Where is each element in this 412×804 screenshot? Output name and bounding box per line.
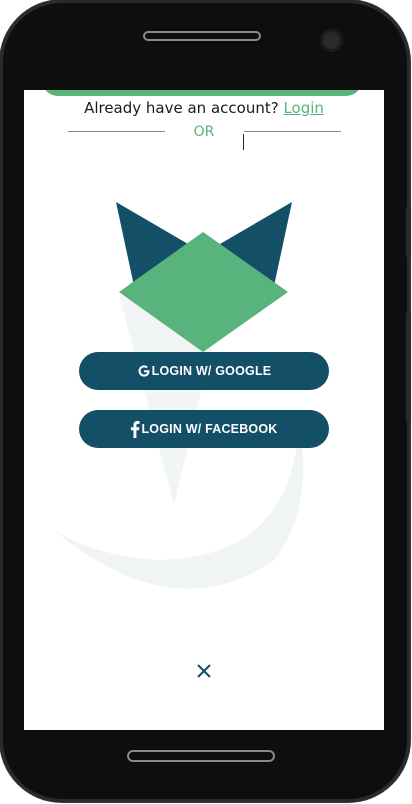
login-facebook-label: LOGIN W/ FACEBOOK (141, 422, 278, 436)
power-button (406, 312, 411, 422)
volume-button (406, 206, 411, 258)
front-camera (320, 29, 343, 52)
earpiece-speaker (143, 31, 261, 41)
phone-frame: Already have an account? Login OR LOGIN … (0, 0, 411, 802)
login-google-label: LOGIN W/ GOOGLE (151, 364, 272, 378)
google-g-icon (137, 364, 151, 378)
login-facebook-button[interactable]: LOGIN W/ FACEBOOK (79, 410, 329, 448)
facebook-f-icon (130, 420, 141, 438)
close-icon (197, 664, 211, 678)
close-button[interactable] (195, 662, 213, 680)
login-google-button[interactable]: LOGIN W/ GOOGLE (79, 352, 329, 390)
app-screen: Already have an account? Login OR LOGIN … (24, 90, 384, 730)
bottom-speaker (127, 750, 275, 762)
